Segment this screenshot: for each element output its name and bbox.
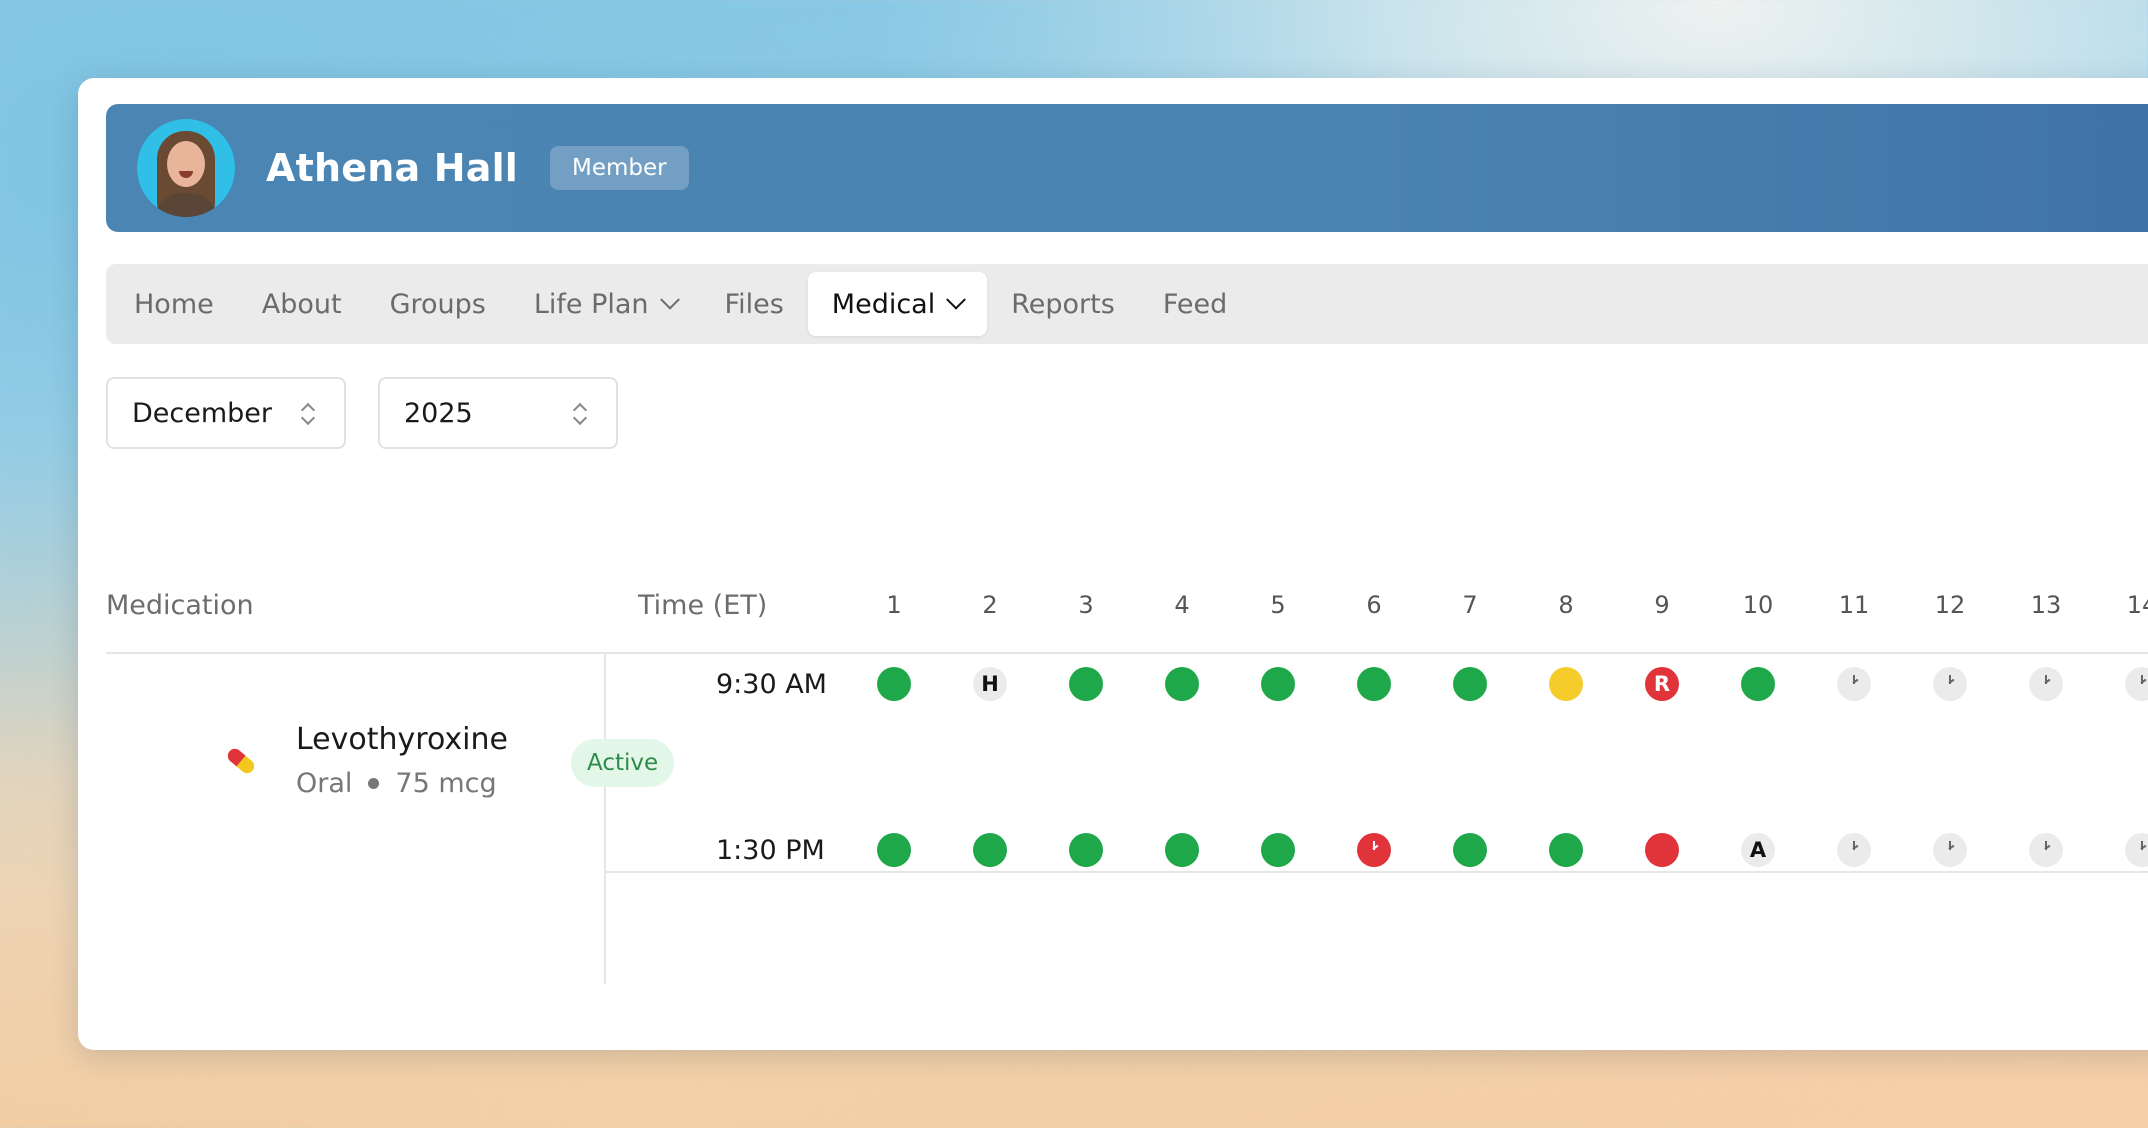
dose-time: 1:30 PM (716, 834, 825, 866)
chevron-down-icon (659, 289, 680, 310)
clock-icon (2029, 833, 2063, 867)
dose-status-pending[interactable] (2029, 667, 2063, 701)
chevron-down-icon (946, 289, 967, 310)
profile-card: Athena Hall Member Home About Groups Life P… (78, 78, 2148, 1050)
profile-name: Athena Hall (266, 146, 519, 190)
medication-dose: 75 mcg (395, 768, 497, 799)
tab-medical[interactable]: Medical (807, 272, 988, 336)
status-badge: Active (571, 739, 675, 787)
row-divider (606, 871, 2148, 873)
dose-status-pending[interactable] (2029, 833, 2063, 867)
tab-home[interactable]: Home (110, 272, 238, 336)
month-select-value: December (132, 397, 273, 429)
day-header: 7 (1462, 591, 1478, 619)
day-header: 14 (2126, 591, 2148, 619)
dose-status-taken[interactable] (1261, 667, 1295, 701)
dose-status-taken[interactable] (1069, 833, 1103, 867)
dose-status-taken[interactable] (1549, 833, 1583, 867)
day-header: 12 (1934, 591, 1966, 619)
dose-status-refused[interactable]: R (1645, 667, 1679, 701)
separator-dot-icon (368, 778, 380, 789)
day-header: 2 (982, 591, 998, 619)
day-header: 6 (1366, 591, 1382, 619)
day-header: 4 (1174, 591, 1190, 619)
header-divider (106, 652, 2148, 654)
medication-column-header: Medication (106, 589, 254, 621)
dose-status-missed-late[interactable] (1357, 833, 1391, 867)
dose-status-held[interactable]: H (973, 667, 1007, 701)
medication-name[interactable]: Levothyroxine (296, 722, 508, 757)
dose-status-taken[interactable] (877, 833, 911, 867)
avatar[interactable] (137, 119, 235, 217)
sort-arrows-icon (574, 403, 586, 425)
day-header: 1 (886, 591, 902, 619)
pill-capsule-icon (227, 748, 255, 774)
sort-arrows-icon (302, 403, 314, 425)
dose-status-taken[interactable] (1453, 833, 1487, 867)
day-header: 5 (1270, 591, 1286, 619)
dose-status-pending[interactable] (2125, 667, 2148, 701)
dose-status-taken[interactable] (1261, 833, 1295, 867)
clock-icon (2125, 667, 2148, 701)
year-select[interactable]: 2025 (378, 377, 618, 449)
dose-status-pending[interactable] (1933, 667, 1967, 701)
dose-status-taken[interactable] (1165, 667, 1199, 701)
dose-status-pending[interactable] (1933, 833, 1967, 867)
medication-route: Oral (296, 768, 353, 799)
clock-icon (1837, 833, 1871, 867)
dose-status-taken[interactable] (1069, 667, 1103, 701)
dose-status-pending[interactable] (1837, 833, 1871, 867)
day-header: 3 (1078, 591, 1094, 619)
day-header: 8 (1558, 591, 1574, 619)
nav-bar: Home About Groups Life Plan Files Medical Repo… (106, 264, 2148, 344)
medication-details: Oral 75 mcg (296, 768, 497, 799)
clock-icon (2029, 667, 2063, 701)
dose-status-pending[interactable] (2125, 833, 2148, 867)
clock-icon (1933, 833, 1967, 867)
dose-status-taken[interactable] (1357, 667, 1391, 701)
tab-about[interactable]: About (238, 272, 366, 336)
clock-icon (1933, 667, 1967, 701)
dose-status-late[interactable] (1549, 667, 1583, 701)
clock-icon (1837, 667, 1871, 701)
clock-icon (1357, 833, 1391, 867)
clock-icon (2125, 833, 2148, 867)
dose-status-taken[interactable] (1741, 667, 1775, 701)
dose-status-pending[interactable] (1837, 667, 1871, 701)
tab-life-plan[interactable]: Life Plan (510, 272, 701, 336)
dose-time: 9:30 AM (716, 668, 827, 700)
day-header: 13 (2030, 591, 2062, 619)
day-header: 11 (1838, 591, 1870, 619)
tab-files[interactable]: Files (701, 272, 808, 336)
dose-status-taken[interactable] (877, 667, 911, 701)
day-header: 10 (1742, 591, 1774, 619)
time-column-header: Time (ET) (638, 589, 768, 621)
day-header: 9 (1654, 591, 1670, 619)
dose-status-missed[interactable] (1645, 833, 1679, 867)
dose-status-taken[interactable] (1453, 667, 1487, 701)
month-select[interactable]: December (106, 377, 346, 449)
tab-reports[interactable]: Reports (987, 272, 1139, 336)
column-divider (604, 654, 606, 984)
tab-groups[interactable]: Groups (366, 272, 510, 336)
profile-header: Athena Hall Member (106, 104, 2148, 232)
tab-feed[interactable]: Feed (1139, 272, 1251, 336)
dose-status-taken[interactable] (973, 833, 1007, 867)
year-select-value: 2025 (404, 397, 473, 429)
dose-status-absent[interactable]: A (1741, 833, 1775, 867)
role-badge: Member (550, 146, 689, 190)
dose-status-taken[interactable] (1165, 833, 1199, 867)
